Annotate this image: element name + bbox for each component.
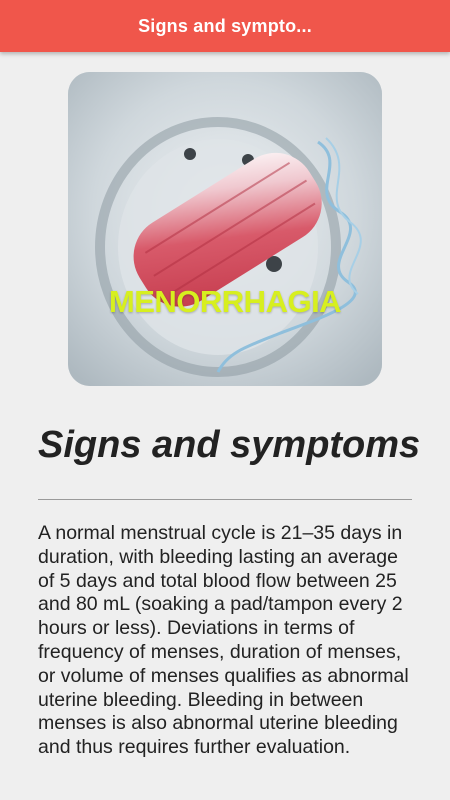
- divider: [38, 499, 412, 500]
- content-scroll-area[interactable]: MENORRHAGIA Signs and symptoms A normal …: [0, 52, 450, 800]
- hero-image: MENORRHAGIA: [68, 72, 382, 386]
- page-heading: Signs and symptoms: [38, 424, 421, 466]
- article-body: A normal menstrual cycle is 21–35 days i…: [38, 522, 409, 759]
- app-bar: Signs and sympto...: [0, 0, 450, 52]
- hero-caption: MENORRHAGIA: [108, 284, 342, 319]
- menorrhagia-illustration: [68, 72, 382, 386]
- app-title: Signs and sympto...: [138, 15, 312, 36]
